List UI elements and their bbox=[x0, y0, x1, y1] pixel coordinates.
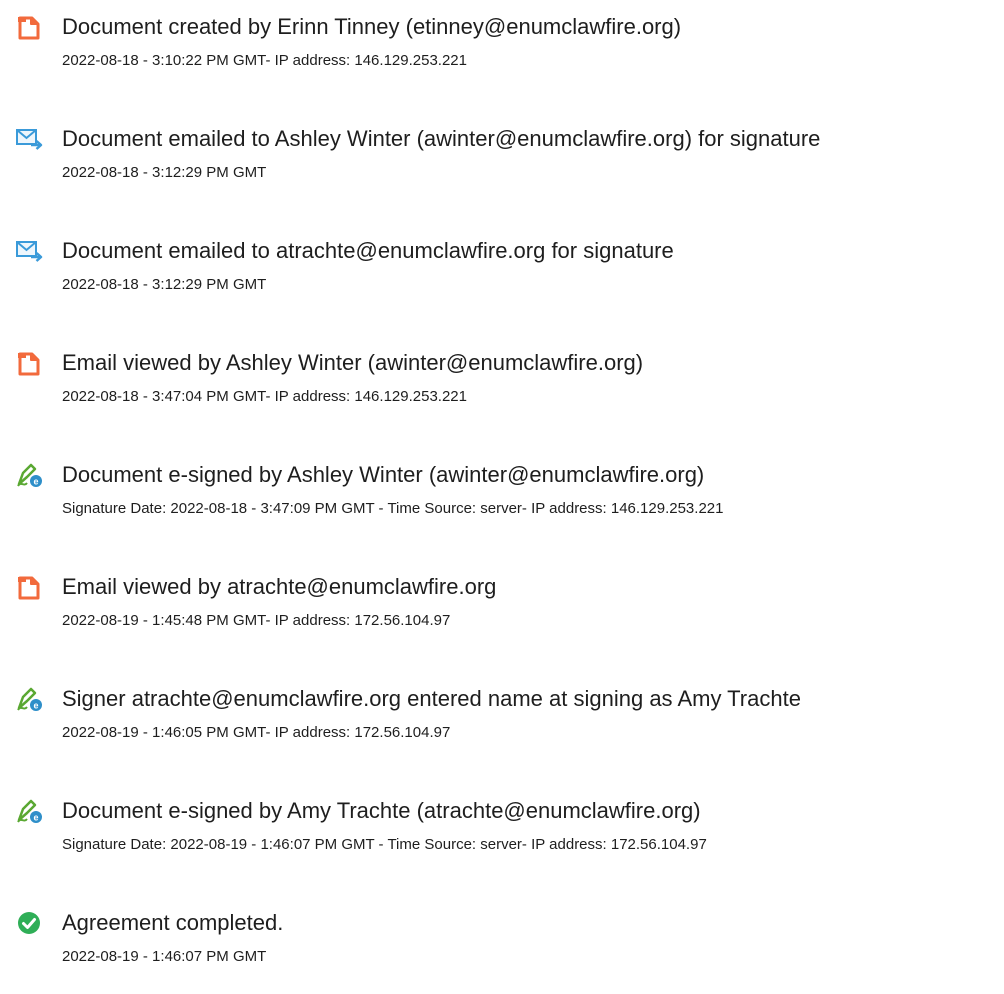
svg-text:e: e bbox=[33, 813, 38, 823]
event-title: Document emailed to Ashley Winter (awint… bbox=[62, 126, 821, 151]
audit-event-signer-name-entered: e Signer atrachte@enumclawfire.org enter… bbox=[0, 684, 1004, 764]
email-sent-icon bbox=[16, 129, 43, 150]
e-signature-icon: e bbox=[17, 799, 42, 823]
audit-event-email-viewed: Email viewed by Ashley Winter (awinter@e… bbox=[0, 348, 1004, 428]
event-title: Document e-signed by Amy Trachte (atrach… bbox=[62, 798, 701, 823]
svg-text:e: e bbox=[33, 701, 38, 711]
event-title: Document e-signed by Ashley Winter (awin… bbox=[62, 462, 705, 487]
audit-event-document-emailed: Document emailed to Ashley Winter (awint… bbox=[0, 124, 1004, 204]
event-title: Email viewed by atrachte@enumclawfire.or… bbox=[62, 574, 497, 599]
event-detail: 2022-08-18 - 3:12:29 PM GMT bbox=[62, 276, 267, 293]
svg-text:e: e bbox=[33, 477, 38, 487]
email-sent-icon bbox=[16, 241, 43, 262]
email-viewed-icon bbox=[18, 576, 40, 600]
event-detail: 2022-08-18 - 3:47:04 PM GMT- IP address:… bbox=[62, 388, 467, 405]
event-title: Signer atrachte@enumclawfire.org entered… bbox=[62, 686, 801, 711]
event-detail: Signature Date: 2022-08-19 - 1:46:07 PM … bbox=[62, 836, 707, 853]
event-detail: 2022-08-19 - 1:46:07 PM GMT bbox=[62, 948, 267, 965]
event-detail: Signature Date: 2022-08-18 - 3:47:09 PM … bbox=[62, 500, 724, 517]
event-title: Agreement completed. bbox=[62, 910, 284, 935]
e-signature-icon: e bbox=[17, 687, 42, 711]
event-detail: 2022-08-19 - 1:45:48 PM GMT- IP address:… bbox=[62, 612, 451, 629]
event-detail: 2022-08-18 - 3:12:29 PM GMT bbox=[62, 164, 267, 181]
event-title: Document created by Erinn Tinney (etinne… bbox=[62, 14, 682, 39]
audit-event-agreement-completed: Agreement completed. 2022-08-19 - 1:46:0… bbox=[0, 908, 1004, 988]
audit-event-document-created: Document created by Erinn Tinney (etinne… bbox=[0, 12, 1004, 92]
e-signature-icon: e bbox=[17, 463, 42, 487]
audit-event-email-viewed: Email viewed by atrachte@enumclawfire.or… bbox=[0, 572, 1004, 652]
document-created-icon bbox=[18, 16, 40, 40]
audit-event-document-e-signed: e Document e-signed by Amy Trachte (atra… bbox=[0, 796, 1004, 876]
audit-event-document-emailed: Document emailed to atrachte@enumclawfir… bbox=[0, 236, 1004, 316]
audit-event-document-e-signed: e Document e-signed by Ashley Winter (aw… bbox=[0, 460, 1004, 540]
email-viewed-icon bbox=[18, 352, 40, 376]
event-detail: 2022-08-19 - 1:46:05 PM GMT- IP address:… bbox=[62, 724, 451, 741]
event-title: Document emailed to atrachte@enumclawfir… bbox=[62, 238, 674, 263]
checkmark-circle-icon bbox=[18, 912, 40, 934]
event-detail: 2022-08-18 - 3:10:22 PM GMT- IP address:… bbox=[62, 52, 467, 69]
event-title: Email viewed by Ashley Winter (awinter@e… bbox=[62, 350, 644, 375]
